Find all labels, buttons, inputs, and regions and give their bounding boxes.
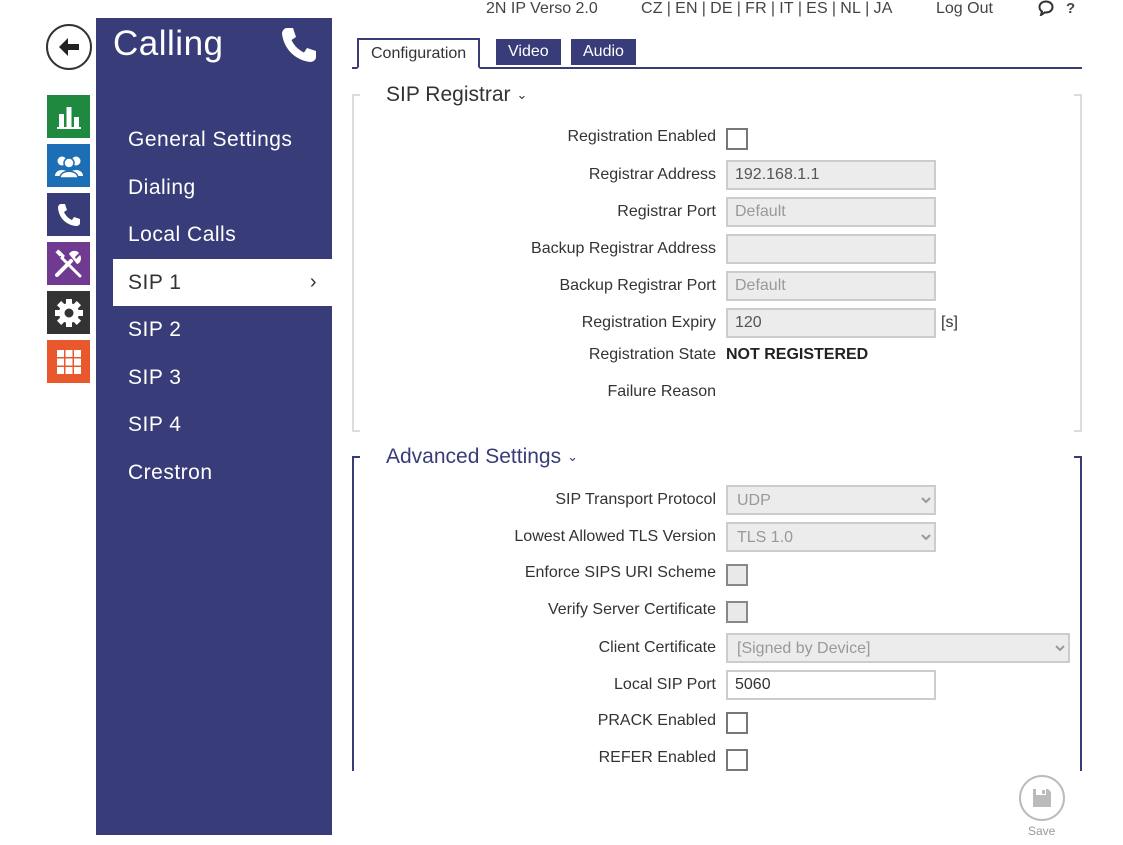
rail-directory[interactable] bbox=[47, 144, 90, 187]
local-sip-port-label: Local SIP Port bbox=[614, 676, 716, 693]
phone-icon bbox=[57, 203, 80, 226]
backup-registrar-address-label: Backup Registrar Address bbox=[531, 240, 716, 257]
lang-en[interactable]: EN bbox=[675, 0, 698, 17]
sidebar-item-label: Crestron bbox=[128, 460, 213, 484]
floppy-disk-icon bbox=[1033, 789, 1051, 807]
arrow-left-icon bbox=[59, 38, 79, 56]
save-label: Save bbox=[1028, 824, 1056, 838]
refer-enabled-checkbox[interactable] bbox=[726, 749, 748, 771]
registrar-address-input[interactable] bbox=[726, 160, 936, 190]
lang-ja[interactable]: JA bbox=[874, 0, 893, 17]
verify-certificate-label: Verify Server Certificate bbox=[547, 601, 716, 618]
tools-icon bbox=[54, 248, 81, 277]
tls-version-label: Lowest Allowed TLS Version bbox=[514, 528, 716, 545]
bar-chart-icon bbox=[56, 106, 81, 129]
logout-link[interactable]: Log Out bbox=[936, 0, 993, 18]
lang-cz[interactable]: CZ bbox=[641, 0, 663, 17]
device-name: 2N IP Verso 2.0 bbox=[486, 0, 598, 17]
chevron-right-icon: › bbox=[309, 271, 317, 293]
users-icon bbox=[54, 156, 83, 179]
chevron-down-icon: ⌄ bbox=[516, 87, 528, 103]
backup-registrar-address-input[interactable] bbox=[726, 234, 936, 264]
back-button[interactable] bbox=[46, 24, 92, 70]
registrar-address-label: Registrar Address bbox=[588, 166, 716, 183]
rail-system[interactable] bbox=[47, 291, 90, 334]
lang-it[interactable]: IT bbox=[779, 0, 794, 17]
grid-icon bbox=[56, 349, 81, 374]
sidebar-item-crestron[interactable]: Crestron bbox=[113, 449, 332, 496]
registrar-panel bbox=[352, 94, 1082, 432]
prack-enabled-label: PRACK Enabled bbox=[597, 712, 716, 729]
sidebar-item-label: General Settings bbox=[128, 127, 293, 151]
sidebar-item-sip-1[interactable]: SIP 1 › bbox=[113, 259, 332, 306]
sidebar-item-label: SIP 2 bbox=[128, 317, 182, 341]
advanced-section-toggle[interactable]: Advanced Settings ⌄ bbox=[386, 445, 578, 469]
rail-status[interactable] bbox=[47, 95, 90, 138]
sidebar-item-label: SIP 4 bbox=[128, 412, 182, 436]
language-selector: CZ | EN | DE | FR | IT | ES | NL | JA bbox=[641, 0, 893, 17]
sip-transport-label: SIP Transport Protocol bbox=[555, 491, 716, 508]
sidebar-item-label: Dialing bbox=[128, 175, 196, 199]
lang-es[interactable]: ES bbox=[806, 0, 828, 17]
sidebar-title: Calling bbox=[113, 24, 224, 63]
rail-services[interactable] bbox=[47, 340, 90, 383]
client-certificate-select[interactable]: [Signed by Device] bbox=[726, 633, 1070, 663]
rail-hardware[interactable] bbox=[47, 242, 90, 285]
lang-nl[interactable]: NL bbox=[840, 0, 861, 17]
sidebar-item-local-calls[interactable]: Local Calls bbox=[113, 211, 332, 258]
sidebar-item-label: SIP 1 bbox=[128, 270, 182, 294]
client-certificate-label: Client Certificate bbox=[598, 639, 716, 656]
tls-version-select[interactable]: TLS 1.0 bbox=[726, 522, 936, 552]
sidebar-item-dialing[interactable]: Dialing bbox=[113, 164, 332, 211]
help-button[interactable]: ? bbox=[1066, 0, 1075, 17]
refer-enabled-label: REFER Enabled bbox=[598, 749, 716, 766]
registrar-port-label: Registrar Port bbox=[617, 203, 716, 220]
backup-registrar-port-label: Backup Registrar Port bbox=[559, 277, 716, 294]
tab-configuration[interactable]: Configuration bbox=[357, 38, 481, 69]
phone-icon bbox=[282, 28, 316, 62]
registration-expiry-label: Registration Expiry bbox=[581, 314, 716, 331]
registration-enabled-checkbox[interactable] bbox=[726, 128, 748, 150]
sidebar-item-sip-4[interactable]: SIP 4 bbox=[113, 401, 332, 448]
sidebar-item-sip-3[interactable]: SIP 3 bbox=[113, 354, 332, 401]
registration-expiry-input[interactable] bbox=[726, 308, 936, 338]
advanced-panel bbox=[352, 456, 1082, 771]
sidebar-item-general-settings[interactable]: General Settings bbox=[113, 116, 332, 163]
lang-de[interactable]: DE bbox=[710, 0, 733, 17]
sidebar-item-label: SIP 3 bbox=[128, 365, 182, 389]
lang-fr[interactable]: FR bbox=[745, 0, 767, 17]
sidebar: Calling General Settings Dialing Local C… bbox=[96, 18, 332, 835]
registrar-title: SIP Registrar bbox=[386, 83, 511, 106]
enforce-sips-checkbox[interactable] bbox=[726, 564, 748, 586]
registration-enabled-label: Registration Enabled bbox=[567, 128, 716, 145]
tab-audio[interactable]: Audio bbox=[571, 39, 636, 65]
sidebar-item-label: Local Calls bbox=[128, 222, 237, 246]
failure-reason-label: Failure Reason bbox=[607, 383, 717, 400]
rail-calling[interactable] bbox=[47, 193, 90, 236]
prack-enabled-checkbox[interactable] bbox=[726, 712, 748, 734]
chat-bubble-icon[interactable] bbox=[1038, 0, 1054, 16]
tab-video[interactable]: Video bbox=[496, 39, 561, 65]
backup-registrar-port-input[interactable] bbox=[726, 271, 936, 301]
chevron-down-icon: ⌄ bbox=[567, 449, 579, 465]
registrar-port-input[interactable] bbox=[726, 197, 936, 227]
enforce-sips-label: Enforce SIPS URI Scheme bbox=[524, 564, 716, 581]
gear-icon bbox=[54, 298, 83, 327]
sip-transport-select[interactable]: UDP bbox=[726, 485, 936, 515]
verify-certificate-checkbox[interactable] bbox=[726, 601, 748, 623]
registration-state-value: NOT REGISTERED bbox=[726, 346, 869, 363]
save-button[interactable] bbox=[1019, 775, 1065, 821]
local-sip-port-input[interactable] bbox=[726, 670, 936, 700]
registration-state-label: Registration State bbox=[588, 346, 716, 363]
expiry-unit: [s] bbox=[941, 314, 958, 331]
advanced-title: Advanced Settings bbox=[386, 445, 562, 468]
registrar-section-toggle[interactable]: SIP Registrar ⌄ bbox=[386, 83, 527, 107]
sidebar-item-sip-2[interactable]: SIP 2 bbox=[113, 306, 332, 353]
